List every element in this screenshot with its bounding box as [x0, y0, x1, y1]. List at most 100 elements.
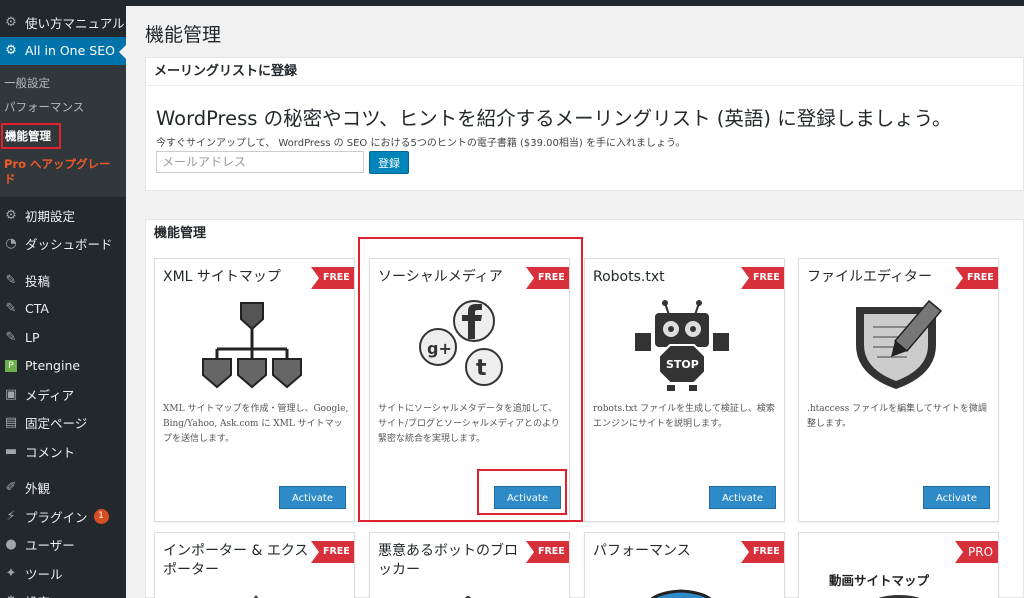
pin-icon: ✎ [5, 272, 17, 288]
svg-text:STOP: STOP [666, 358, 699, 371]
sidebar-item-manual[interactable]: ⚙ 使い方マニュアル [0, 8, 126, 37]
card-title: インポーター & エクスポーター [163, 543, 309, 578]
sidebar-item-label: 外観 [25, 481, 51, 497]
plugin-update-badge: 1 [93, 508, 109, 524]
mailing-list-subtext: 今すぐサインアップして、 WordPress の SEO における5つのヒントの… [156, 138, 686, 149]
sidebar-item-lp[interactable]: ✎ LP [0, 323, 126, 352]
subscribe-button[interactable]: 登録 [369, 151, 409, 174]
sitemap-icon [202, 302, 302, 389]
video-sitemap-icon [878, 595, 920, 598]
sidebar-item-ptengine[interactable]: P Ptengine [0, 352, 126, 381]
page-title: 機能管理 [145, 24, 222, 46]
feature-card-robots-txt: Robots.txt FREE STOP robots.txt ファイルを生成し… [584, 258, 785, 522]
feature-manager-heading: 機能管理 [154, 226, 207, 241]
sidebar-item-label: 固定ページ [25, 416, 88, 432]
submenu-feature-manager[interactable]: 機能管理 [0, 119, 126, 153]
free-ribbon: FREE [741, 267, 784, 289]
feature-card-bad-bot-blocker: 悪意あるボットのブロッカー FREE [369, 532, 570, 598]
sidebar-item-label: 設定 [25, 592, 50, 598]
feature-card-social-media: ソーシャルメディア FREE g+ t サイトにソーシャルメタデータを追加して、… [369, 258, 570, 522]
card-title: 悪意あるボットのブロッカー [378, 543, 518, 578]
card-description: robots.txt ファイルを生成して検証し、検索エンジンにサイトを説明します… [593, 404, 775, 429]
pin-icon: ✎ [5, 301, 17, 317]
sidebar-item-label: Ptengine [25, 358, 81, 374]
submenu-general-settings[interactable]: 一般設定 [0, 71, 126, 95]
wrench-icon: ✦ [5, 565, 17, 581]
free-ribbon: FREE [741, 541, 784, 563]
media-icon: ▣ [4, 386, 18, 402]
card-title: Robots.txt [593, 269, 665, 285]
sidebar-item-label: LP [25, 329, 40, 345]
feature-card-importer-exporter: インポーター & エクスポーター FREE [154, 532, 355, 598]
mailing-list-headline: WordPress の秘密やコツ、ヒントを紹介するメーリングリスト (英語) に… [156, 107, 952, 130]
activate-button[interactable]: Activate [923, 486, 990, 509]
main-content: 機能管理 メーリングリストに登録 WordPress の秘密やコツ、ヒントを紹介… [126, 6, 1024, 598]
performance-icon [650, 589, 712, 598]
free-ribbon: FREE [526, 267, 569, 289]
sidebar-item-label: ツール [25, 566, 63, 582]
sidebar-item-settings[interactable]: ⚙ 設定 [0, 588, 126, 598]
video-sitemap-label: 動画サイトマップ [829, 573, 930, 588]
sidebar-item-label: ダッシュボード [25, 237, 113, 253]
svg-text:g+: g+ [427, 339, 452, 358]
card-description: XML サイトマップを作成・管理し、Google, Bing/Yahoo, As… [163, 404, 349, 444]
feature-card-performance: パフォーマンス FREE [584, 532, 785, 598]
mailing-list-heading: メーリングリストに登録 [146, 58, 1023, 86]
gear-icon: ⚙ [5, 14, 17, 30]
sidebar-item-label: All in One SEO [25, 43, 115, 59]
feature-card-xml-sitemap: XML サイトマップ FREE XML サイトマップを作成・管理し、Google… [154, 258, 355, 522]
feature-manager-panel: 機能管理 XML サイトマップ FREE XML サイトマップを作成・管理し、G… [145, 219, 1024, 598]
free-ribbon: FREE [955, 267, 998, 289]
sidebar-item-all-in-one-seo[interactable]: ⚙ All in One SEO [0, 36, 126, 65]
sidebar-item-label: 投稿 [25, 273, 51, 289]
sidebar-item-appearance[interactable]: ✐ 外観 [0, 474, 126, 503]
gear-icon: ⚙ [5, 43, 17, 59]
sidebar-item-posts[interactable]: ✎ 投稿 [0, 266, 126, 295]
mailing-list-panel: メーリングリストに登録 WordPress の秘密やコツ、ヒントを紹介するメーリ… [145, 57, 1024, 191]
sidebar-item-label: 使い方マニュアル [25, 15, 125, 31]
sidebar-item-pages[interactable]: ▤ 固定ページ [0, 409, 126, 438]
gear-icon: ⚙ [5, 207, 17, 223]
sidebar-item-label: プラグイン [25, 509, 88, 525]
sidebar-item-label: ユーザー [25, 538, 75, 554]
robot-stop-icon: STOP [635, 300, 729, 391]
sidebar-item-label: 初期設定 [25, 208, 76, 224]
free-ribbon: FREE [311, 541, 354, 563]
card-description: .htaccess ファイルを編集してサイトを微調整します。 [807, 404, 987, 429]
comment-icon: ▬ [4, 443, 18, 459]
sidebar-item-users[interactable]: ● ユーザー [0, 531, 126, 560]
card-title: パフォーマンス [593, 543, 691, 559]
brush-icon: ✐ [5, 480, 17, 496]
sidebar-item-media[interactable]: ▣ メディア [0, 380, 126, 409]
sidebar-item-initial-settings[interactable]: ⚙ 初期設定 [0, 201, 126, 230]
activate-button[interactable]: Activate [709, 486, 776, 509]
activate-button[interactable]: Activate [279, 486, 346, 509]
file-editor-icon [856, 299, 943, 389]
submenu-feature-manager-label: 機能管理 [1, 123, 61, 149]
submenu-performance[interactable]: パフォーマンス [0, 95, 126, 119]
sidebar-item-label: コメント [25, 444, 76, 460]
sidebar-item-label: メディア [25, 387, 75, 403]
free-ribbon: FREE [311, 267, 354, 289]
settings-icon: ⚙ [2, 593, 20, 598]
sidebar-item-tools[interactable]: ✦ ツール [0, 559, 126, 588]
card-description: サイトにソーシャルメタデータを追加して、サイト/ブログとソーシャルメディアとのよ… [378, 404, 560, 444]
email-input[interactable]: メールアドレス [156, 151, 364, 173]
sidebar-item-dashboard[interactable]: ◔ ダッシュボード [0, 230, 126, 259]
dashboard-icon: ◔ [5, 236, 17, 252]
svg-text:t: t [476, 356, 487, 381]
card-title: ソーシャルメディア [378, 269, 503, 285]
card-title: ファイルエディター [807, 269, 933, 285]
activate-button[interactable]: Activate [494, 486, 561, 509]
sidebar-item-label: CTA [25, 301, 49, 317]
social-media-icon: g+ t [419, 300, 503, 386]
feature-card-video-sitemap: PRO 動画サイトマップ [798, 532, 999, 598]
sidebar-item-plugins[interactable]: ⚡ プラグイン 1 [0, 502, 126, 531]
admin-sidebar: ⚙ 使い方マニュアル ⚙ All in One SEO 一般設定 パフォーマンス… [0, 6, 126, 598]
sidebar-item-comments[interactable]: ▬ コメント [0, 437, 126, 466]
sidebar-item-cta[interactable]: ✎ CTA [0, 295, 126, 324]
feature-card-file-editor: ファイルエディター FREE .htaccess ファイルを編集してサイトを微調… [798, 258, 999, 522]
submenu-upgrade-pro[interactable]: Pro へアップグレード [0, 153, 118, 191]
pin-icon: ✎ [5, 329, 17, 345]
card-title: XML サイトマップ [163, 269, 281, 285]
